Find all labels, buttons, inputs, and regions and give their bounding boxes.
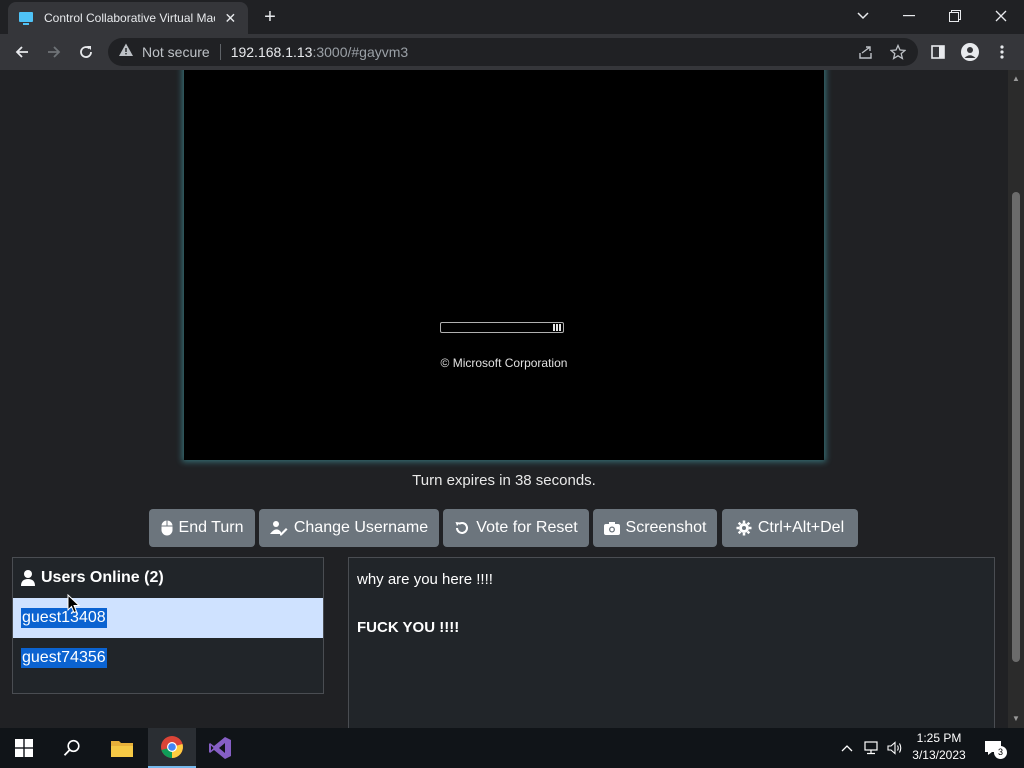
gear-icon xyxy=(736,520,752,536)
close-tab-icon[interactable]: ✕ xyxy=(223,10,238,27)
chevron-up-icon[interactable] xyxy=(838,738,856,758)
scroll-down-icon[interactable]: ▼ xyxy=(1008,712,1024,726)
ctrl-alt-del-button[interactable]: Ctrl+Alt+Del xyxy=(722,509,858,547)
tab-search-button[interactable] xyxy=(840,0,886,32)
arrow-right-icon xyxy=(48,46,61,58)
chat-panel: why are you here !!!! FUCK YOU !!!! xyxy=(348,557,995,728)
username: guest74356 xyxy=(21,648,107,668)
reload-button[interactable] xyxy=(72,38,100,66)
reload-icon xyxy=(80,46,92,58)
side-panel-button[interactable] xyxy=(924,38,952,66)
browser-tab-strip: Control Collaborative Virtual Machine ✕ … xyxy=(0,0,1024,34)
close-window-button[interactable] xyxy=(978,0,1024,32)
volume-icon[interactable] xyxy=(886,738,904,758)
menu-button[interactable] xyxy=(988,38,1016,66)
arrow-left-icon xyxy=(15,46,28,58)
bookmark-star-icon[interactable] xyxy=(890,44,906,60)
rotate-left-icon xyxy=(455,522,469,534)
chrome-icon xyxy=(161,736,183,758)
chat-message: FUCK YOU !!!! xyxy=(357,619,460,636)
chevron-down-icon xyxy=(857,12,869,20)
security-label[interactable]: Not secure xyxy=(142,44,210,60)
users-online-title: Users Online (2) xyxy=(41,569,164,586)
user-edit-icon xyxy=(269,521,288,536)
monitor-icon xyxy=(18,10,34,26)
change-username-label: Change Username xyxy=(293,519,429,536)
browser-tab[interactable]: Control Collaborative Virtual Machine ✕ xyxy=(8,2,248,34)
mouse-cursor-icon xyxy=(67,594,81,614)
kebab-menu-icon xyxy=(1000,45,1004,59)
minimize-button[interactable] xyxy=(886,0,932,32)
profile-icon xyxy=(961,43,979,61)
side-panel-icon xyxy=(931,45,945,59)
address-bar[interactable]: Not secure 192.168.1.13:3000/#gayvm3 xyxy=(108,38,918,66)
folder-icon xyxy=(111,741,133,757)
scroll-thumb[interactable] xyxy=(1012,192,1020,662)
camera-icon xyxy=(603,522,620,535)
end-turn-label: End Turn xyxy=(178,519,244,536)
chat-message: why are you here !!!! xyxy=(357,571,493,588)
taskbar-clock[interactable]: 1:25 PM 3/13/2023 xyxy=(906,730,972,764)
share-icon[interactable] xyxy=(858,44,874,60)
tab-title: Control Collaborative Virtual Machine xyxy=(44,11,215,25)
network-icon[interactable] xyxy=(862,738,880,758)
change-username-button[interactable]: Change Username xyxy=(259,509,439,547)
file-explorer-button[interactable] xyxy=(98,728,146,768)
url-path: :3000/#gayvm3 xyxy=(312,44,409,60)
restore-icon xyxy=(949,10,961,22)
visual-studio-button[interactable] xyxy=(196,728,244,768)
profile-button[interactable] xyxy=(956,38,984,66)
search-button[interactable] xyxy=(48,728,96,768)
notification-count-badge: 3 xyxy=(994,746,1007,759)
ctrl-alt-del-label: Ctrl+Alt+Del xyxy=(757,519,845,536)
clock-date: 3/13/2023 xyxy=(912,748,966,762)
page-scrollbar[interactable]: ▲ ▼ xyxy=(1008,70,1024,728)
restore-button[interactable] xyxy=(932,0,978,32)
users-online-panel: Users Online (2) guest13408 guest74356 xyxy=(12,557,324,694)
scroll-up-icon[interactable]: ▲ xyxy=(1008,72,1024,86)
turn-timer-text: Turn expires in 38 seconds. xyxy=(412,472,596,489)
vote-reset-label: Vote for Reset xyxy=(476,519,578,536)
boot-progress-bar xyxy=(440,322,564,333)
user-icon xyxy=(21,570,35,586)
browser-toolbar: Not secure 192.168.1.13:3000/#gayvm3 xyxy=(0,34,1024,70)
forward-button[interactable] xyxy=(40,38,68,66)
username: guest13408 xyxy=(21,608,107,628)
windows-taskbar: 1:25 PM 3/13/2023 3 xyxy=(0,728,1024,768)
user-list-item[interactable]: guest13408 xyxy=(13,598,323,638)
windows-logo-icon xyxy=(15,739,33,757)
boot-progress-fill xyxy=(553,324,561,331)
users-online-header: Users Online (2) xyxy=(13,558,323,598)
close-icon xyxy=(995,10,1007,22)
screenshot-label: Screenshot xyxy=(625,519,707,536)
clock-time: 1:25 PM xyxy=(916,731,962,745)
visual-studio-icon xyxy=(209,737,231,759)
mouse-icon xyxy=(161,520,173,536)
screenshot-button[interactable]: Screenshot xyxy=(593,509,717,547)
url-host: 192.168.1.13 xyxy=(230,44,313,60)
search-icon xyxy=(63,739,80,756)
vm-display[interactable]: © Microsoft Corporation xyxy=(184,70,824,460)
minimize-icon xyxy=(903,15,915,17)
chrome-taskbar-button[interactable] xyxy=(148,728,196,768)
warning-icon[interactable] xyxy=(118,42,134,63)
back-button[interactable] xyxy=(8,38,36,66)
user-list-item[interactable]: guest74356 xyxy=(13,638,323,678)
vote-reset-button[interactable]: Vote for Reset xyxy=(443,509,589,547)
end-turn-button[interactable]: End Turn xyxy=(149,509,255,547)
new-tab-button[interactable]: + xyxy=(258,6,282,30)
start-button[interactable] xyxy=(0,728,48,768)
divider xyxy=(219,44,221,60)
page-content: © Microsoft Corporation Turn expires in … xyxy=(0,70,1008,728)
vm-copyright-text: © Microsoft Corporation xyxy=(440,356,568,370)
